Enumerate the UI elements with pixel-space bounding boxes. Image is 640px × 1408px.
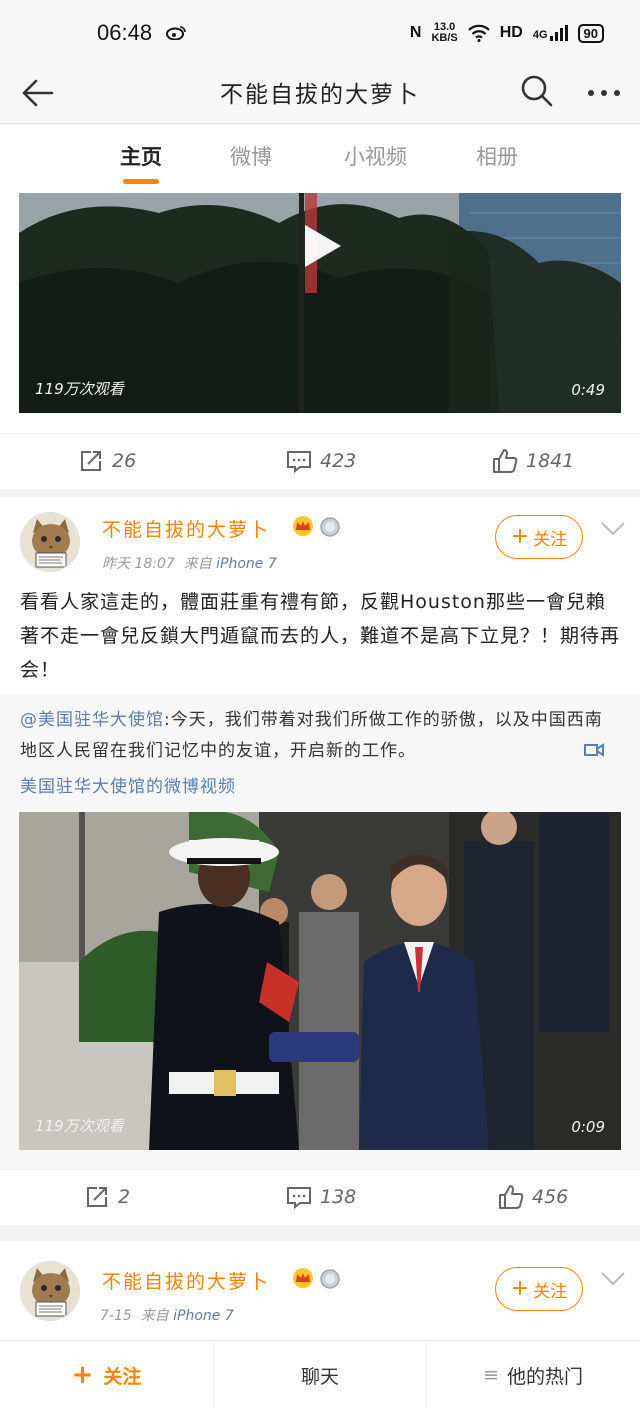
- network-type: 4G: [533, 25, 568, 41]
- post-text: 看看人家這走的，體面莊重有禮有節，反觀Houston那些一會兒賴著不走一會兒反鎖…: [20, 591, 621, 681]
- search-icon[interactable]: [520, 74, 554, 108]
- repost-count: 2: [118, 1186, 131, 1208]
- status-time: 06:48: [97, 20, 153, 45]
- post-time: 7-15: [100, 1308, 132, 1324]
- hot-posts-button[interactable]: ≡ 他的热门: [426, 1341, 639, 1408]
- repost-button[interactable]: 2: [84, 1184, 130, 1210]
- cat-avatar-image: [21, 513, 79, 571]
- repost-block[interactable]: @美国驻华大使馆:今天，我们带着对我们所做工作的骄傲，以及中国西南地区人民留在我…: [0, 695, 640, 1169]
- like-button[interactable]: 1841: [492, 448, 574, 474]
- active-tab-indicator: [123, 179, 159, 184]
- comment-button[interactable]: 138: [286, 1184, 356, 1210]
- tab-weibo[interactable]: 微博: [230, 141, 272, 171]
- comment-count: 138: [320, 1186, 357, 1208]
- username[interactable]: 不能自拔的大萝卜: [102, 515, 270, 542]
- bottom-follow-button[interactable]: + 关注: [0, 1341, 213, 1408]
- signal-icon: [549, 25, 568, 41]
- post-device[interactable]: iPhone 7: [216, 556, 277, 572]
- video-view-count: 119万次观看: [35, 380, 124, 398]
- vip-crown-icon: [293, 516, 313, 536]
- post-actions: 2 138 456: [0, 1169, 640, 1225]
- nfc-icon: N: [409, 24, 422, 41]
- comment-button[interactable]: 423: [286, 448, 356, 474]
- post-time: 昨天 18:07: [102, 556, 175, 572]
- post-meta: 昨天 18:07 来自 iPhone 7: [102, 553, 277, 573]
- like-count: 456: [532, 1186, 569, 1208]
- plus-icon: +: [510, 524, 530, 549]
- avatar[interactable]: [20, 512, 80, 572]
- source-prefix: 来自: [183, 556, 212, 572]
- plus-icon: +: [71, 1360, 94, 1390]
- source-prefix: 来自: [140, 1308, 169, 1324]
- repost-button[interactable]: 26: [78, 448, 136, 474]
- tab-album[interactable]: 相册: [476, 141, 518, 171]
- post-actions: 26 423 1841: [0, 433, 640, 489]
- chevron-down-icon[interactable]: [600, 521, 626, 537]
- tab-short-video[interactable]: 小视频: [344, 141, 407, 171]
- post-card: 119万次观看 0:49: [0, 191, 640, 433]
- weibo-notification-icon: [166, 26, 186, 40]
- avatar[interactable]: [20, 1261, 80, 1321]
- comment-count: 423: [320, 450, 357, 472]
- video-duration: 0:49: [571, 381, 605, 399]
- video-duration: 0:09: [571, 1118, 605, 1136]
- vip-crown-icon: [293, 1268, 313, 1288]
- play-icon[interactable]: [303, 223, 343, 269]
- comment-icon: [287, 1187, 311, 1210]
- repost-icon: [81, 451, 101, 471]
- video-link[interactable]: 美国驻华大使馆的微博视频: [20, 772, 236, 797]
- video-camera-icon: [584, 743, 604, 757]
- video-player[interactable]: 119万次观看 0:09: [19, 812, 621, 1150]
- comment-icon: [287, 451, 311, 474]
- profile-tabs: 主页 微博 小视频 相册: [0, 125, 640, 191]
- medal-icon: [320, 1269, 340, 1289]
- repost-icon: [87, 1187, 107, 1207]
- video-view-count: 119万次观看: [35, 1117, 124, 1135]
- like-count: 1841: [526, 450, 575, 472]
- hd-indicator: HD: [499, 24, 523, 41]
- follow-button[interactable]: + 关注: [495, 515, 583, 559]
- like-button[interactable]: 456: [498, 1184, 568, 1210]
- nav-bar: 不能自拔的大萝卜: [0, 62, 640, 124]
- medal-icon: [320, 517, 340, 537]
- battery-icon: 90: [577, 23, 604, 43]
- post-meta: 7-15 来自 iPhone 7: [100, 1305, 234, 1325]
- more-options-icon[interactable]: [586, 76, 622, 110]
- post-card: 不能自拔的大萝卜 昨天 18:07 来自 iPhone 7 + 关注 看看人家這…: [0, 497, 640, 1169]
- repost-text: @美国驻华大使馆:今天，我们带着对我们所做工作的骄傲，以及中国西南地区人民留在我…: [20, 705, 610, 767]
- tab-home[interactable]: 主页: [120, 141, 162, 171]
- video-player[interactable]: 119万次观看 0:49: [19, 193, 621, 413]
- plus-icon: +: [510, 1276, 530, 1301]
- post-card: 不能自拔的大萝卜 7-15 来自 iPhone 7 + 关注: [0, 1241, 640, 1340]
- repost-count: 26: [112, 450, 137, 472]
- post-device[interactable]: iPhone 7: [173, 1308, 234, 1324]
- chevron-down-icon[interactable]: [600, 1271, 626, 1287]
- chat-button[interactable]: 聊天: [213, 1341, 426, 1408]
- system-icons: N 13.0 KB/S HD 4G 90: [410, 22, 604, 44]
- follow-button[interactable]: + 关注: [495, 1267, 583, 1311]
- username[interactable]: 不能自拔的大萝卜: [102, 1267, 270, 1294]
- video-thumbnail: [19, 812, 621, 1150]
- thumbs-up-icon: [499, 1185, 524, 1209]
- repost-mention[interactable]: @美国驻华大使馆: [20, 710, 164, 730]
- thumbs-up-icon: [493, 449, 518, 473]
- status-bar: 06:48 N 13.0 KB/S HD 4G 90: [0, 0, 640, 62]
- cat-avatar-image: [21, 1262, 79, 1320]
- wifi-icon: [467, 24, 490, 42]
- net-speed: 13.0 KB/S: [431, 21, 458, 44]
- bottom-action-bar: + 关注 聊天 ≡ 他的热门: [0, 1340, 640, 1408]
- list-icon: ≡: [483, 1364, 499, 1386]
